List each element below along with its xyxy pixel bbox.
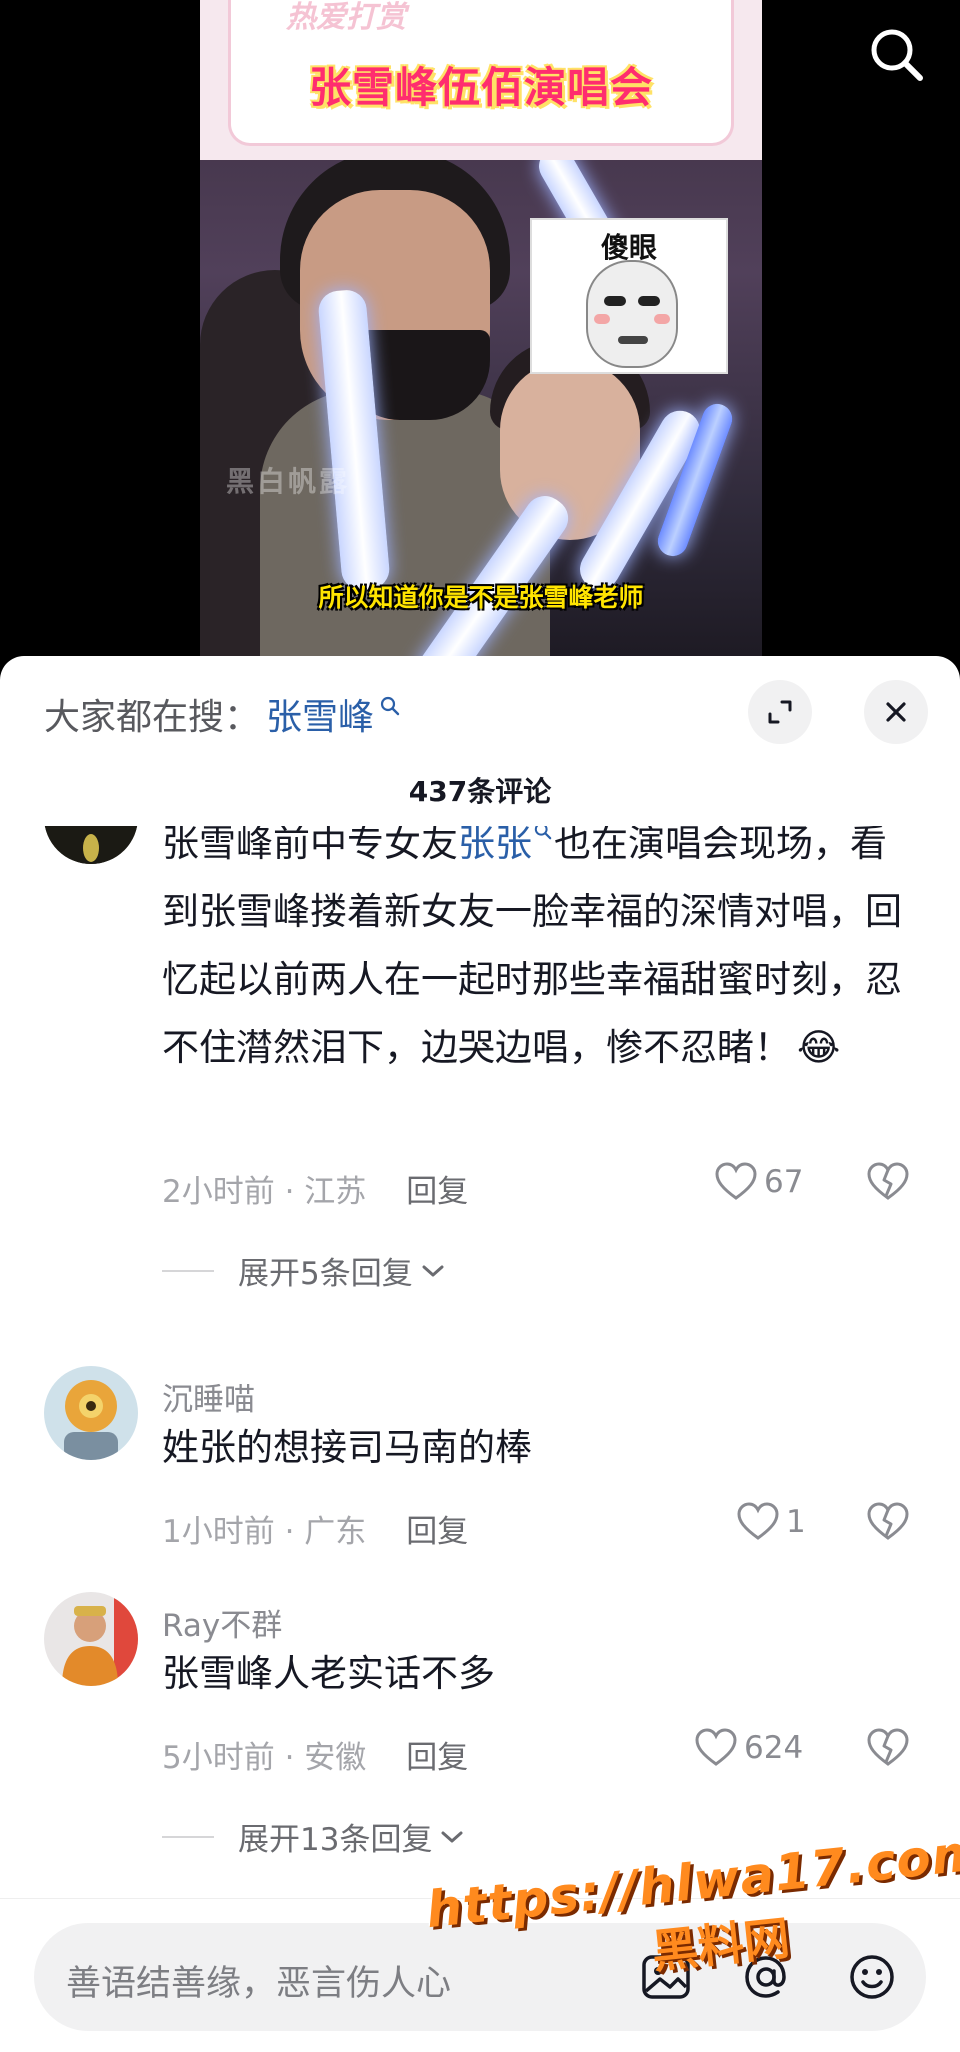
- comment-username[interactable]: 沉睡喵: [162, 1374, 255, 1419]
- comment-username[interactable]: Ray不群: [162, 1600, 282, 1645]
- search-icon: [534, 826, 552, 840]
- dislike-button[interactable]: [866, 1162, 910, 1206]
- comment-text: 张雪峰前中专女友张张 也在演唱会现场，看到张雪峰搂着新女友一脸幸福的深情对唱，回忆…: [162, 826, 902, 1082]
- like-button[interactable]: 624: [694, 1728, 803, 1768]
- expand-replies-label: 展开13条回复: [238, 1822, 433, 1856]
- trending-term-link[interactable]: 张雪峰: [266, 688, 374, 740]
- close-icon: [886, 702, 906, 722]
- like-count: 624: [744, 1730, 804, 1766]
- banner-title: 张雪峰伍佰演唱会: [308, 63, 653, 112]
- dislike-button[interactable]: [866, 1502, 910, 1546]
- comment-text: 姓张的想接司马南的棒: [162, 1426, 532, 1469]
- comment-time-location: 1小时前 · 广东: [162, 1514, 367, 1550]
- reply-button[interactable]: 回复: [406, 1732, 468, 1777]
- expand-replies-button[interactable]: 展开13条回复: [162, 1814, 466, 1856]
- search-button[interactable]: [866, 24, 928, 86]
- trending-search[interactable]: 大家都在搜： 张雪峰: [44, 686, 400, 742]
- dislike-icon: [867, 1162, 909, 1200]
- chevron-down-icon: [422, 1265, 444, 1276]
- video-watermark: 黑白帆露: [226, 465, 351, 498]
- expand-sheet-button[interactable]: [748, 680, 812, 744]
- comment-meta: 1小时前 · 广东 回复: [162, 1506, 468, 1551]
- like-button[interactable]: 1: [736, 1502, 806, 1542]
- chevron-down-icon: [441, 1831, 463, 1842]
- heart-icon: [695, 1728, 737, 1766]
- banner-script-text: 热爱打赏: [286, 0, 406, 35]
- close-button[interactable]: [864, 680, 928, 744]
- laugh-cry-emoji: 😂: [797, 1026, 841, 1069]
- video-subtitle: 所以知道你是不是张雪峰老师: [318, 583, 644, 612]
- expand-replies-label: 展开5条回复: [238, 1256, 413, 1292]
- video-banner-card: 热爱打赏 张雪峰伍佰演唱会: [228, 0, 734, 146]
- comment-meta: 2小时前 · 江苏 回复: [162, 1166, 468, 1211]
- comment-text: 张雪峰人老实话不多: [162, 1652, 495, 1695]
- divider-line: [162, 1835, 214, 1838]
- trending-label: 大家都在搜：: [44, 697, 261, 738]
- mention-link[interactable]: 张张: [458, 826, 532, 865]
- heart-icon: [715, 1162, 757, 1200]
- dislike-icon: [867, 1502, 909, 1540]
- expand-icon: [768, 700, 792, 724]
- like-count: 1: [786, 1504, 806, 1540]
- search-icon: [871, 29, 923, 81]
- comment-time-location: 5小时前 · 安徽: [162, 1740, 367, 1776]
- video-player[interactable]: 热爱打赏 张雪峰伍佰演唱会 黑白帆露 所以知道你是不是张雪峰老师 傻眼: [0, 0, 960, 680]
- divider-line: [162, 1269, 214, 1272]
- meme-face-icon: [586, 260, 678, 368]
- heart-icon: [737, 1502, 779, 1540]
- dislike-button[interactable]: [866, 1728, 910, 1772]
- search-icon: [380, 696, 400, 716]
- avatar[interactable]: [44, 1592, 138, 1686]
- avatar[interactable]: [44, 1366, 138, 1460]
- video-banner: 热爱打赏 张雪峰伍佰演唱会: [200, 0, 762, 160]
- comment-count: 437条评论: [408, 775, 552, 808]
- reply-button[interactable]: 回复: [406, 1166, 468, 1211]
- comment-sheet-header: 大家都在搜： 张雪峰 437条评论: [0, 656, 960, 808]
- like-button[interactable]: 67: [714, 1162, 803, 1202]
- comment-list[interactable]: 张雪峰前中专女友张张 也在演唱会现场，看到张雪峰搂着新女友一脸幸福的深情对唱，回忆…: [0, 826, 960, 1856]
- comment-time-location: 2小时前 · 江苏: [162, 1174, 367, 1210]
- comment-meta: 5小时前 · 安徽 回复: [162, 1732, 468, 1777]
- meme-sticker: 傻眼: [530, 218, 728, 374]
- comment-input-placeholder: 善语结善缘，恶言伤人心: [66, 1964, 452, 2004]
- reply-button[interactable]: 回复: [406, 1506, 468, 1551]
- like-count: 67: [764, 1164, 804, 1200]
- avatar[interactable]: [44, 826, 138, 864]
- dislike-icon: [867, 1728, 909, 1766]
- expand-replies-button[interactable]: 展开5条回复: [162, 1248, 447, 1293]
